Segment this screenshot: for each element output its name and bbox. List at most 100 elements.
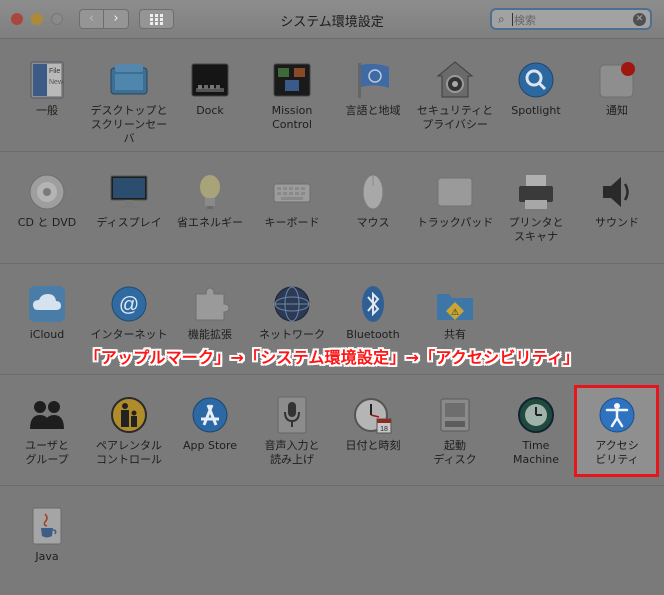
search-field[interactable]: ⌕ 検索 ✕ — [490, 8, 652, 30]
pref-label: 起動 ディスク — [433, 439, 477, 466]
pref-label: トラックパッド — [416, 216, 494, 229]
parental-icon — [109, 395, 149, 435]
pref-language-region[interactable]: 言語と地域 — [333, 60, 413, 118]
pref-label: プリンタと スキャナ — [508, 216, 564, 243]
pref-date-time[interactable]: 18 日付と時刻 — [333, 395, 413, 453]
pref-label: Java — [35, 550, 59, 563]
date-time-icon: 18 — [353, 395, 393, 435]
notifications-icon — [597, 60, 637, 100]
pref-notifications[interactable]: 通知 — [577, 60, 657, 118]
pref-label: 日付と時刻 — [345, 439, 401, 452]
dictation-icon — [272, 395, 312, 435]
window-toolbar: ‹ › システム環境設定 ⌕ 検索 ✕ — [0, 0, 664, 39]
pref-java[interactable]: Java — [7, 506, 87, 564]
pref-parental[interactable]: ペアレンタル コントロール — [89, 395, 169, 467]
pref-energy-saver[interactable]: 省エネルギー — [170, 172, 250, 230]
pref-label: マウス — [356, 216, 390, 229]
time-machine-icon — [516, 395, 556, 435]
pref-icloud[interactable]: iCloud — [7, 284, 87, 342]
pref-bluetooth[interactable]: Bluetooth — [333, 284, 413, 342]
pref-dock[interactable]: Dock — [170, 60, 250, 118]
pref-label: 共有 — [444, 328, 466, 341]
pref-label: ペアレンタル コントロール — [96, 439, 162, 466]
pref-network[interactable]: ネットワーク — [252, 284, 332, 342]
keyboard-icon — [272, 172, 312, 212]
pref-desktop[interactable]: デスクトップと スクリーンセーバ — [89, 60, 169, 146]
pref-label: ネットワーク — [259, 328, 325, 341]
pref-label: サウンド — [595, 216, 639, 229]
pref-label: Time Machine — [512, 439, 560, 466]
pref-label: 省エネルギー — [177, 216, 243, 229]
pref-users[interactable]: ユーザと グループ — [7, 395, 87, 467]
pref-dictation[interactable]: 音声入力と 読み上げ — [252, 395, 332, 467]
section-hardware: CD と DVD ディスプレイ 省エネルギー キーボード マウス トラックパッド — [0, 152, 664, 263]
mouse-icon — [353, 172, 393, 212]
instruction-caption: 「アップルマーク」→「システム環境設定」→「アクセシビリティ」 — [84, 348, 580, 367]
pref-label: デスクトップと スクリーンセーバ — [90, 104, 168, 145]
language-region-icon — [353, 60, 393, 100]
svg-text:18: 18 — [380, 426, 388, 433]
svg-text:@: @ — [119, 294, 139, 316]
java-icon — [27, 506, 67, 546]
pref-sound[interactable]: サウンド — [577, 172, 657, 230]
extensions-icon — [190, 284, 230, 324]
users-icon — [27, 395, 67, 435]
general-icon: File New — [27, 60, 67, 100]
svg-text:File: File — [49, 68, 60, 75]
pref-label: Mission Control — [271, 104, 313, 131]
pref-trackpad[interactable]: トラックパッド — [415, 172, 495, 230]
pref-label: 言語と地域 — [345, 104, 401, 117]
mission-control-icon — [272, 60, 312, 100]
section-other: Java — [0, 486, 664, 595]
pref-label: ディスプレイ — [96, 216, 162, 229]
pref-security[interactable]: セキュリティと プライバシー — [415, 60, 495, 132]
pref-label: 音声入力と 読み上げ — [264, 439, 320, 466]
pref-label: キーボード — [264, 216, 320, 229]
cd-dvd-icon — [27, 172, 67, 212]
app-store-icon — [190, 395, 230, 435]
svg-text:New: New — [49, 79, 64, 86]
printer-icon — [516, 172, 556, 212]
pref-label: インターネット — [90, 328, 168, 341]
internet-accounts-icon: @ — [109, 284, 149, 324]
pref-label: ユーザと グループ — [25, 439, 69, 466]
text-caret — [512, 13, 513, 26]
pref-startup-disk[interactable]: 起動 ディスク — [415, 395, 495, 467]
pref-keyboard[interactable]: キーボード — [252, 172, 332, 230]
pref-label: 通知 — [606, 104, 628, 117]
sound-icon — [597, 172, 637, 212]
trackpad-icon — [435, 172, 475, 212]
pref-label: iCloud — [29, 328, 65, 341]
pref-label: Spotlight — [511, 104, 561, 117]
pref-app-store[interactable]: App Store — [170, 395, 250, 453]
dock-icon — [190, 60, 230, 100]
pref-mouse[interactable]: マウス — [333, 172, 413, 230]
pref-cd-dvd[interactable]: CD と DVD — [7, 172, 87, 230]
pref-label: Bluetooth — [346, 328, 400, 341]
energy-saver-icon — [190, 172, 230, 212]
pref-printers[interactable]: プリンタと スキャナ — [496, 172, 576, 244]
pref-sharing[interactable]: ⚠ 共有 — [415, 284, 495, 342]
pref-label: 一般 — [36, 104, 58, 117]
spotlight-icon — [516, 60, 556, 100]
pref-label: セキュリティと プライバシー — [416, 104, 494, 131]
clear-search-icon[interactable]: ✕ — [633, 13, 646, 26]
highlight-box — [574, 385, 659, 477]
sharing-icon: ⚠ — [435, 284, 475, 324]
pref-extensions[interactable]: 機能拡張 — [170, 284, 250, 342]
pref-spotlight[interactable]: Spotlight — [496, 60, 576, 118]
pref-label: 機能拡張 — [188, 328, 232, 341]
bluetooth-icon — [353, 284, 393, 324]
pref-time-machine[interactable]: Time Machine — [496, 395, 576, 467]
pref-general[interactable]: File New 一般 — [7, 60, 87, 118]
pref-internet-accounts[interactable]: @ インターネット — [89, 284, 169, 342]
icloud-icon — [27, 284, 67, 324]
pref-mission-control[interactable]: Mission Control — [252, 60, 332, 132]
security-icon — [435, 60, 475, 100]
pref-label: CD と DVD — [17, 216, 77, 229]
search-icon: ⌕ — [498, 12, 505, 26]
section-personal: File New 一般 デスクトップと スクリーンセーバ Dock Mission… — [0, 39, 664, 151]
desktop-icon — [109, 60, 149, 100]
svg-text:⚠: ⚠ — [451, 307, 459, 317]
pref-display[interactable]: ディスプレイ — [89, 172, 169, 230]
